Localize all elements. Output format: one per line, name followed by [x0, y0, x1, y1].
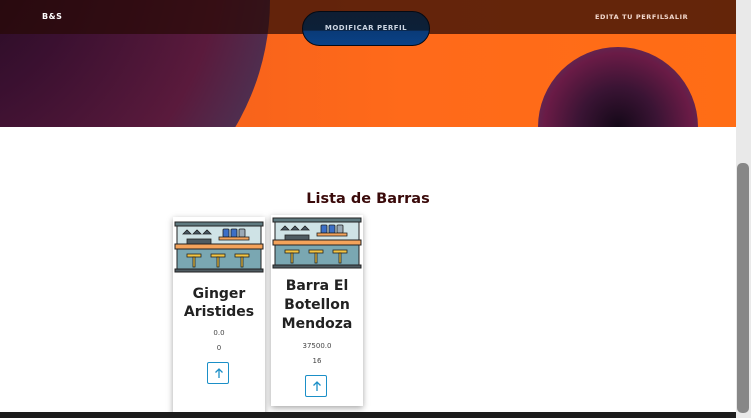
bar-name: Mendoza [281, 316, 353, 332]
bar-price: 37500.0 [302, 342, 332, 350]
bar-price: 0.0 [213, 329, 225, 337]
bar-count: 16 [312, 357, 322, 365]
arrow-up-button[interactable] [305, 375, 327, 397]
nav-logout-link[interactable]: SALIR [664, 13, 688, 21]
bar-name: Ginger [192, 286, 246, 302]
decorative-circle-right [538, 47, 698, 127]
modify-profile-button[interactable]: MODIFICAR PERFIL [302, 11, 430, 46]
arrow-up-icon [313, 381, 321, 391]
vertical-scrollbar[interactable] [736, 0, 751, 418]
bar-counter-image [173, 217, 265, 273]
bottom-bar [0, 412, 736, 418]
scrollbar-thumb[interactable] [737, 163, 749, 413]
bar-counter-image [271, 215, 363, 271]
bar-count: 0 [216, 344, 222, 352]
bar-name: Botellon [284, 297, 350, 313]
arrow-up-icon [215, 368, 223, 378]
bar-card[interactable]: Ginger Aristides 0.0 0 [173, 217, 265, 417]
brand-logo[interactable]: B&S [42, 12, 62, 21]
page-title: Lista de Barras [306, 191, 430, 207]
nav-edit-profile-link[interactable]: EDITA TU PERFIL [595, 13, 665, 21]
bar-name: Barra El [285, 278, 349, 294]
arrow-up-button[interactable] [207, 362, 229, 384]
bar-name: Aristides [183, 304, 255, 320]
bar-card[interactable]: Barra El Botellon Mendoza 37500.0 16 [271, 215, 363, 406]
